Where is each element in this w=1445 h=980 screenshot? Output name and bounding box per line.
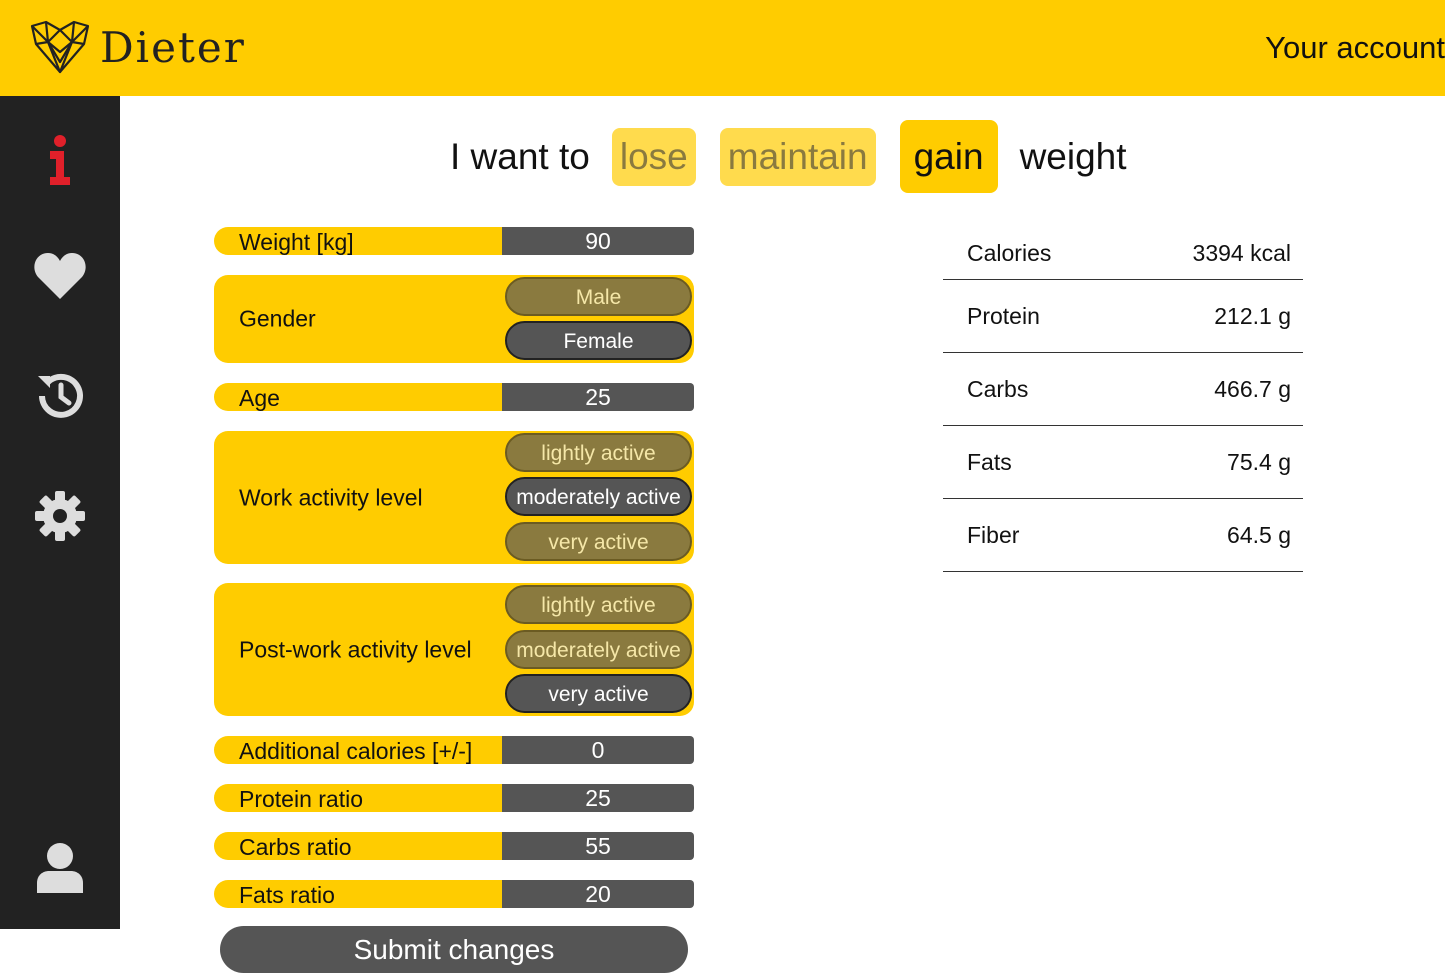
sidebar-item-settings[interactable] [30, 486, 90, 546]
sidebar-item-favorites[interactable] [30, 246, 90, 306]
protein-ratio-field: Protein ratio 25 [214, 784, 694, 812]
result-name: Protein [967, 302, 1040, 329]
heart-icon [34, 253, 86, 299]
age-field: Age 25 [214, 383, 694, 411]
result-name: Calories [967, 240, 1052, 266]
work-activity-field: Work activity level lightly active moder… [214, 431, 694, 564]
result-row-fats: Fats 75.4 g [943, 426, 1303, 499]
gear-icon [35, 491, 85, 541]
result-name: Carbs [967, 375, 1029, 402]
age-label: Age [239, 385, 280, 411]
goal-lose-button[interactable]: lose [611, 127, 696, 186]
brand-name: Dieter [100, 22, 246, 72]
carbs-ratio-field: Carbs ratio 55 [214, 832, 694, 860]
goal-maintain-button[interactable]: maintain [719, 127, 876, 186]
carbs-ratio-input[interactable]: 55 [502, 832, 694, 860]
work-activity-moderately-option[interactable]: moderately active [505, 477, 692, 516]
additional-calories-label: Additional calories [+/-] [239, 738, 473, 764]
result-row-protein: Protein 212.1 g [943, 280, 1303, 353]
gender-male-option[interactable]: Male [505, 277, 692, 316]
gender-female-option[interactable]: Female [505, 321, 692, 360]
history-icon [38, 373, 83, 418]
your-account-link[interactable]: Your account [1265, 30, 1445, 66]
gender-label: Gender [239, 305, 316, 332]
submit-changes-button[interactable]: Submit changes [220, 926, 688, 973]
fox-logo-icon [30, 20, 90, 74]
sidebar [0, 96, 120, 929]
result-name: Fiber [967, 521, 1020, 548]
logo[interactable]: Dieter [28, 18, 246, 76]
additional-calories-input[interactable]: 0 [502, 736, 694, 764]
work-activity-lightly-option[interactable]: lightly active [505, 433, 692, 472]
result-value: 75.4 g [1227, 448, 1291, 475]
sidebar-item-history[interactable] [30, 366, 90, 426]
additional-calories-field: Additional calories [+/-] 0 [214, 736, 694, 764]
protein-ratio-label: Protein ratio [239, 786, 364, 812]
goal-gain-button[interactable]: gain [899, 120, 998, 193]
work-activity-label: Work activity level [239, 484, 423, 510]
post-work-activity-moderately-option[interactable]: moderately active [505, 630, 692, 669]
gender-field: Gender Male Female [214, 275, 694, 363]
top-bar: Dieter Your account [0, 0, 1445, 96]
result-row-calories: Calories 3394 kcal [943, 226, 1303, 280]
goal-selector: I want to lose maintain gain weight [440, 120, 1137, 193]
nutrition-results: Calories 3394 kcal Protein 212.1 g Carbs… [943, 226, 1303, 572]
weight-label: Weight [kg] [239, 229, 354, 255]
fats-ratio-field: Fats ratio 20 [214, 880, 694, 908]
info-icon [50, 135, 70, 185]
weight-field: Weight [kg] 90 [214, 227, 694, 255]
result-value: 64.5 g [1227, 521, 1291, 548]
result-value: 466.7 g [1214, 375, 1291, 402]
post-work-activity-label: Post-work activity level [239, 636, 472, 662]
result-value: 3394 kcal [1192, 240, 1291, 266]
user-icon [37, 843, 83, 893]
result-value: 212.1 g [1214, 302, 1291, 329]
goal-suffix: weight [1019, 135, 1127, 177]
carbs-ratio-label: Carbs ratio [239, 834, 352, 860]
result-name: Fats [967, 448, 1012, 475]
work-activity-very-option[interactable]: very active [505, 522, 692, 561]
post-work-activity-lightly-option[interactable]: lightly active [505, 585, 692, 624]
fats-ratio-input[interactable]: 20 [502, 880, 694, 908]
weight-input[interactable]: 90 [502, 227, 694, 255]
result-row-carbs: Carbs 466.7 g [943, 353, 1303, 426]
fats-ratio-label: Fats ratio [239, 882, 335, 908]
result-row-fiber: Fiber 64.5 g [943, 499, 1303, 572]
goal-prefix: I want to [450, 135, 590, 177]
sidebar-item-profile[interactable] [30, 838, 90, 898]
post-work-activity-field: Post-work activity level lightly active … [214, 583, 694, 716]
protein-ratio-input[interactable]: 25 [502, 784, 694, 812]
age-input[interactable]: 25 [502, 383, 694, 411]
post-work-activity-very-option[interactable]: very active [505, 674, 692, 713]
sidebar-item-info[interactable] [30, 130, 90, 190]
